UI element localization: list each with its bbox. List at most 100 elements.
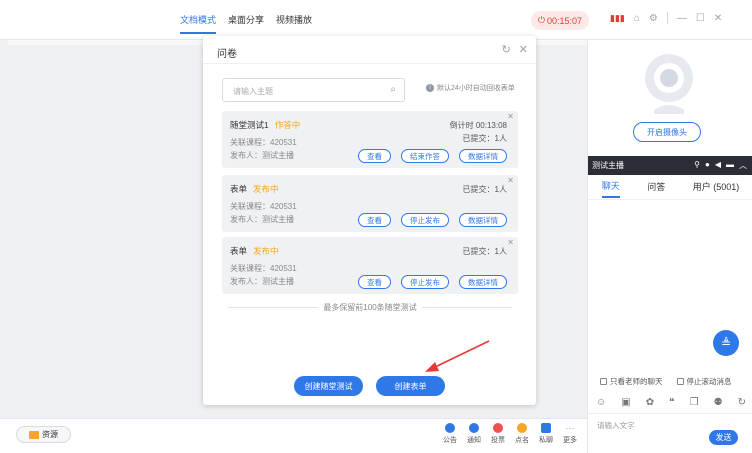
search-placeholder: 请输入主题 (233, 87, 273, 96)
close-icon[interactable]: ✕ (519, 43, 528, 56)
timer-value: 00:15:07 (547, 15, 583, 26)
resource-button[interactable]: 资源 (16, 426, 71, 443)
camera-icon (645, 54, 693, 114)
stop-scroll-checkbox[interactable]: 停止滚动消息 (676, 376, 732, 387)
mode-tabs: 文档模式 桌面分享 视频播放 (180, 13, 312, 34)
search-icon[interactable]: ⌕ (390, 84, 396, 95)
chat-input-placeholder: 请输入文字 (597, 421, 635, 430)
card-buttons: 查看 停止发布 数据详情 (358, 213, 507, 227)
tool-notice[interactable]: 通知 (464, 423, 484, 445)
data-detail-button[interactable]: 数据详情 (459, 149, 507, 163)
refresh-icon[interactable]: ↻ (502, 43, 511, 56)
card-course: 关联课程：420531 (230, 202, 297, 211)
bell-icon (445, 423, 455, 433)
checkbox-box (676, 378, 684, 385)
card-state: 发布中 (253, 246, 279, 256)
close-icon[interactable]: ✕ (507, 112, 514, 121)
teacher-only-checkbox[interactable]: 只看老师的聊天 (600, 376, 663, 387)
tab-video-play[interactable]: 视频播放 (276, 13, 312, 34)
robot-icon[interactable]: ⚉ (714, 397, 723, 408)
minimize-icon[interactable]: — (677, 13, 687, 24)
card-publisher: 发布人：测试主播 (230, 277, 294, 286)
send-button[interactable]: 发送 (709, 430, 738, 445)
quiz-card: ✕ 随堂测试1 作答中 关联课程：420531 发布人：测试主播 倒计时 00:1… (222, 111, 518, 168)
speaker-icon[interactable]: ◀ (715, 160, 721, 171)
top-bar: 文档模式 桌面分享 视频播放 ⏻ 00:15:07 ▮▮▮ ⌂ ⚙ — ☐ ✕ (0, 0, 752, 40)
view-button[interactable]: 查看 (358, 149, 391, 163)
stop-publish-button[interactable]: 停止发布 (401, 275, 449, 289)
host-bar: 测试主播 ⚲ ● ◀ ▬ ︿ (588, 156, 752, 175)
tool-rollcall[interactable]: 点名 (512, 423, 532, 445)
data-detail-button[interactable]: 数据详情 (459, 213, 507, 227)
chat-input[interactable]: 请输入文字 发送 (588, 413, 752, 453)
tab-qa[interactable]: 问答 (647, 180, 665, 197)
card-title: 随堂测试1 (230, 120, 269, 130)
create-quiz-button[interactable]: 创建随堂测试 (294, 376, 363, 396)
divider (588, 199, 752, 200)
tab-document-mode[interactable]: 文档模式 (180, 13, 217, 34)
view-button[interactable]: 查看 (358, 275, 391, 289)
chevron-up-icon[interactable]: ︿ (739, 160, 747, 171)
refresh-icon[interactable]: ↻ (738, 397, 746, 408)
data-detail-button[interactable]: 数据详情 (459, 275, 507, 289)
card-publisher: 发布人：测试主播 (230, 215, 294, 224)
user-icon[interactable]: ⚲ (694, 160, 700, 171)
flower-icon[interactable]: ✿ (646, 397, 654, 408)
screen-icon[interactable]: ▬ (726, 160, 734, 171)
tool-label: 公告 (443, 437, 457, 444)
close-icon[interactable]: ✕ (507, 238, 514, 247)
tab-users[interactable]: 用户 (5001) (693, 180, 740, 197)
quote-icon[interactable]: ❝ (669, 397, 674, 408)
settings-icon[interactable]: ⚙ (649, 13, 658, 24)
home-icon[interactable]: ⌂ (634, 13, 640, 24)
end-answer-button[interactable]: 结束作答 (401, 149, 449, 163)
tool-announcement[interactable]: 公告 (440, 423, 460, 445)
card-course: 关联课程：420531 (230, 264, 297, 273)
host-name: 测试主播 (592, 161, 624, 170)
tab-chat[interactable]: 聊天 (601, 179, 620, 198)
stop-publish-button[interactable]: 停止发布 (401, 213, 449, 227)
tool-vote[interactable]: 投票 (488, 423, 508, 445)
message-icon (469, 423, 479, 433)
private-chat-icon (541, 423, 551, 433)
tool-label: 通知 (467, 437, 481, 444)
view-button[interactable]: 查看 (358, 213, 391, 227)
open-camera-button[interactable]: 开启摄像头 (633, 122, 701, 142)
tool-label: 投票 (491, 437, 505, 444)
vote-icon (493, 423, 503, 433)
tool-label: 点名 (515, 437, 529, 444)
more-icon: ··· (565, 423, 575, 433)
chat-tabs: 聊天 问答 用户 (5001) (588, 177, 752, 199)
image-icon[interactable]: ▣ (621, 397, 630, 408)
checkbox-label: 停止滚动消息 (686, 377, 732, 386)
tool-label: 更多 (563, 437, 577, 444)
maximize-icon[interactable]: ☐ (696, 13, 705, 24)
divider (203, 63, 536, 64)
form-card: ✕ 表单 发布中 关联课程：420531 发布人：测试主播 已提交：1人 查看 停… (222, 175, 518, 232)
dialog-controls: ↻ ✕ (502, 43, 528, 56)
tab-desktop-share[interactable]: 桌面分享 (228, 13, 264, 34)
checkbox-box (600, 378, 607, 385)
stack-icon: ≜ (720, 336, 732, 350)
card-state: 发布中 (253, 184, 279, 194)
close-icon[interactable]: ✕ (714, 13, 722, 24)
tool-more[interactable]: ··· 更多 (560, 423, 580, 445)
bottom-bar: 资源 公告 通知 投票 点名 私聊 ··· 更多 (0, 418, 587, 453)
float-action-button[interactable]: ≜ (713, 330, 739, 356)
resource-label: 资源 (42, 430, 58, 439)
copy-icon[interactable]: ❐ (690, 397, 699, 408)
card-name: 表单 发布中 (230, 245, 279, 257)
card-submitted: 已提交：1人 (462, 185, 507, 194)
divider (666, 12, 668, 24)
tool-private-chat[interactable]: 私聊 (536, 423, 556, 445)
card-info: 倒计时 00:13:08 已提交：1人 (450, 119, 507, 145)
create-form-button[interactable]: 创建表单 (376, 376, 445, 396)
card-info: 已提交：1人 (463, 245, 507, 258)
emoji-icon[interactable]: ☺ (596, 397, 606, 408)
right-panel: 开启摄像头 测试主播 ⚲ ● ◀ ▬ ︿ 聊天 问答 用户 (5001) ≜ 只… (587, 40, 752, 453)
search-input[interactable]: 请输入主题 ⌕ (222, 78, 405, 102)
live-timer[interactable]: ⏻ 00:15:07 (531, 11, 589, 30)
close-icon[interactable]: ✕ (507, 176, 514, 185)
mic-icon[interactable]: ● (705, 160, 710, 171)
annotation-arrow (425, 340, 490, 372)
